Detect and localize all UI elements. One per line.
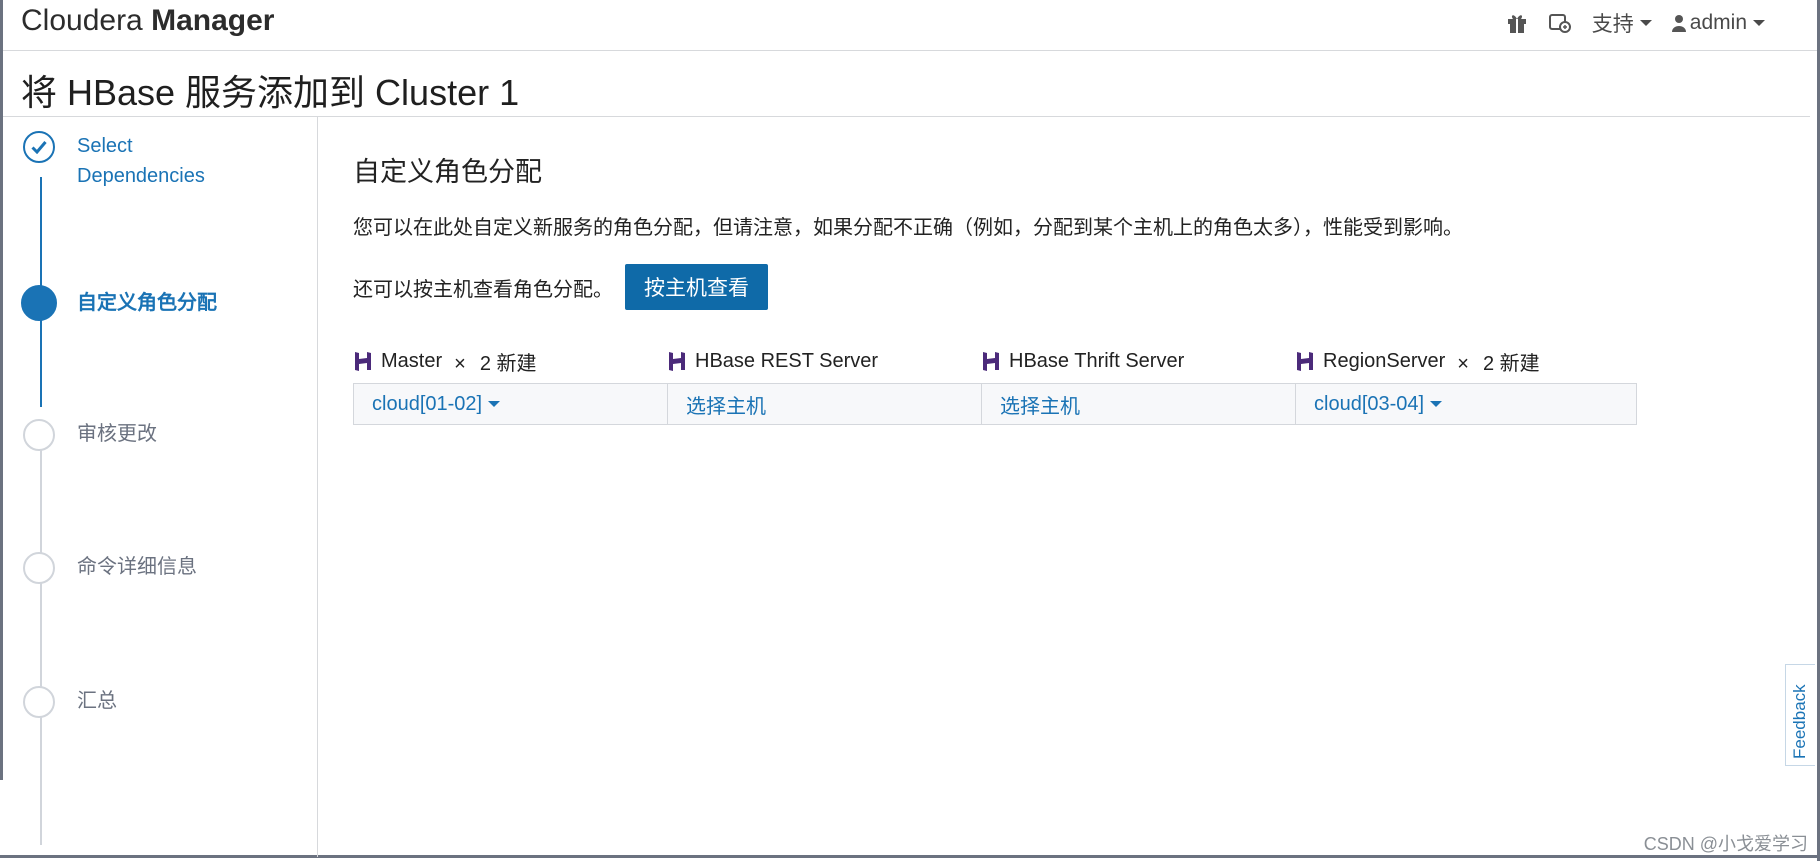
brand-light: Cloudera xyxy=(21,4,143,37)
step-summary[interactable]: 汇总 xyxy=(23,686,117,718)
role-header: Master × 2 新建 xyxy=(353,346,695,376)
section-description: 您可以在此处自定义新服务的角色分配，但请注意，如果分配不正确（例如，分配到某个主… xyxy=(353,217,1463,239)
step-command-details[interactable]: 命令详细信息 xyxy=(23,552,197,584)
role-count: × 2 新建 xyxy=(1457,352,1540,375)
brand-bold: Manager xyxy=(151,4,275,37)
selected-hosts: cloud[03-04] xyxy=(1314,392,1425,415)
top-nav-bar: Cloudera Manager 支持 admin xyxy=(3,0,1817,51)
role-header: HBase Thrift Server xyxy=(981,346,1323,376)
role-header: RegionServer × 2 新建 xyxy=(1295,346,1637,376)
feedback-label: Feedback xyxy=(1790,684,1809,759)
role-name: HBase Thrift Server xyxy=(1009,349,1185,372)
watermark: CSDN @小戈爱学习 xyxy=(1643,834,1808,854)
chevron-down-icon xyxy=(1639,20,1652,26)
step-label: 自定义角色分配 xyxy=(77,292,217,314)
select-host-link: 选择主机 xyxy=(1000,395,1080,418)
step-active-indicator xyxy=(21,285,57,321)
role-regionserver: RegionServer × 2 新建 cloud[03-04] xyxy=(1295,346,1637,425)
role-hbase-rest-server: HBase REST Server 选择主机 xyxy=(667,346,1009,425)
thrift-server-host-selector[interactable]: 选择主机 xyxy=(981,383,1323,425)
view-by-host-row: 还可以按主机查看角色分配。 按主机查看 xyxy=(353,264,1793,310)
rest-server-host-selector[interactable]: 选择主机 xyxy=(667,383,1009,425)
role-name: HBase REST Server xyxy=(695,349,879,372)
step-label: 命令详细信息 xyxy=(77,556,197,578)
step-label: Select Dependencies xyxy=(77,135,205,187)
role-header: HBase REST Server xyxy=(667,346,1009,376)
role-name: RegionServer xyxy=(1323,349,1446,372)
section-title: 自定义角色分配 xyxy=(353,157,542,187)
step-label: 汇总 xyxy=(77,690,117,712)
step-custom-role-assignment[interactable]: 自定义角色分配 xyxy=(21,285,217,321)
page-header: 将 HBase 服务添加到 Cluster 1 xyxy=(3,51,1810,117)
feedback-tab[interactable]: Feedback xyxy=(1785,664,1815,766)
step-pending-indicator xyxy=(23,552,55,584)
gift-icon[interactable] xyxy=(1506,12,1528,34)
top-right-menu: 支持 admin xyxy=(1506,8,1765,38)
step-pending-indicator xyxy=(23,419,55,451)
user-icon xyxy=(1671,15,1686,32)
select-host-link: 选择主机 xyxy=(686,395,766,418)
chevron-down-icon xyxy=(1430,401,1443,407)
cloudera-manager-logo[interactable]: Cloudera Manager xyxy=(21,4,274,38)
regionserver-host-selector[interactable]: cloud[03-04] xyxy=(1295,383,1637,425)
step-label: 审核更改 xyxy=(77,423,157,445)
wizard-steps: Select Dependencies 自定义角色分配 审核更改 命令详细信息 … xyxy=(3,117,318,857)
role-master: Master × 2 新建 cloud[01-02] xyxy=(353,346,695,425)
chevron-down-icon xyxy=(488,401,501,407)
check-icon xyxy=(31,141,47,154)
master-host-selector[interactable]: cloud[01-02] xyxy=(353,383,695,425)
step-pending-indicator xyxy=(23,686,55,718)
role-count: × 2 新建 xyxy=(454,352,537,375)
page-title: 将 HBase 服务添加到 Cluster 1 xyxy=(21,72,520,113)
step-select-dependencies[interactable]: Select Dependencies xyxy=(23,131,205,191)
step-review-changes[interactable]: 审核更改 xyxy=(23,419,157,451)
step-connector-pending xyxy=(40,421,42,845)
role-name: Master xyxy=(381,349,443,372)
selected-hosts: cloud[01-02] xyxy=(372,392,483,415)
user-menu[interactable]: admin xyxy=(1671,11,1765,35)
hbase-icon xyxy=(1297,352,1313,371)
support-label: 支持 xyxy=(1591,13,1634,36)
hbase-icon xyxy=(355,352,371,371)
support-tool-icon[interactable] xyxy=(1548,12,1572,34)
hbase-icon xyxy=(669,352,685,371)
view-by-host-button[interactable]: 按主机查看 xyxy=(625,264,768,310)
support-menu[interactable]: 支持 xyxy=(1592,8,1652,38)
role-assignment-grid: Master × 2 新建 cloud[01-02] HBase REST Ser… xyxy=(353,346,1793,426)
user-label: admin xyxy=(1689,11,1747,34)
view-by-host-text: 还可以按主机查看角色分配。 xyxy=(353,278,613,301)
role-hbase-thrift-server: HBase Thrift Server 选择主机 xyxy=(981,346,1323,425)
step-done-indicator xyxy=(23,131,55,163)
hbase-icon xyxy=(983,352,999,371)
chevron-down-icon xyxy=(1753,20,1765,26)
main-content: 自定义角色分配 您可以在此处自定义新服务的角色分配，但请注意，如果分配不正确（例… xyxy=(353,150,1793,425)
